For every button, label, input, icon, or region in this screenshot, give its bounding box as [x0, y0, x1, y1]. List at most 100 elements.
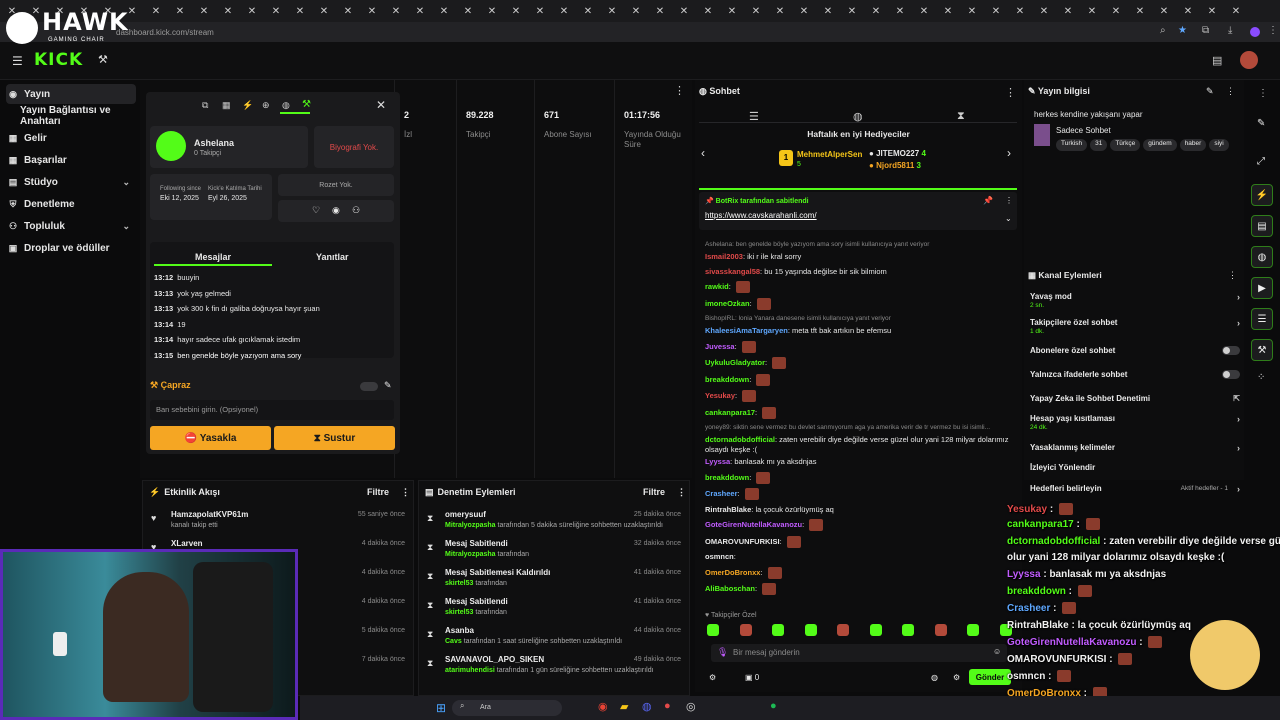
bookmark-star-icon[interactable]: ★ [1178, 25, 1187, 36]
emote-icon[interactable] [934, 624, 947, 636]
obs-icon[interactable]: ◎ [686, 700, 696, 713]
browser-tab[interactable]: ✕ [288, 0, 312, 22]
ban-button[interactable]: ⛔ Yasakla [150, 426, 271, 450]
chat-username[interactable]: GoteGirenNutellaKavanozu [705, 520, 802, 529]
browser-tab[interactable]: ✕ [576, 0, 600, 22]
browser-tab[interactable]: ✕ [312, 0, 336, 22]
sidebar-item-droplar[interactable]: ▣ Droplar ve ödüller [6, 238, 136, 258]
tab-mesajlar[interactable]: Mesajlar [195, 252, 231, 262]
pinned-link[interactable]: https://www.cavskarahanli.com/ [705, 211, 817, 220]
hamburger-menu-icon[interactable]: ☰ [12, 54, 23, 68]
chat-bubble-icon[interactable]: ◍ [931, 673, 938, 682]
heart-icon[interactable]: ♡ [312, 205, 320, 216]
browser-tab[interactable]: ✕ [624, 0, 648, 22]
stats-menu-icon[interactable]: ⋮ [674, 84, 685, 97]
kick-logo[interactable]: KICK [34, 50, 83, 70]
gear-icon[interactable]: ⚙ [953, 673, 960, 682]
edit-icon[interactable]: ✎ [1257, 118, 1265, 129]
browser-tab[interactable]: ✕ [600, 0, 624, 22]
browser-tab[interactable]: ✕ [408, 0, 432, 22]
user-add-icon[interactable]: ⚇ [352, 205, 360, 216]
chevron-right-icon[interactable]: › [1007, 146, 1011, 160]
toggle-switch[interactable] [1222, 346, 1240, 355]
url-text[interactable]: dashboard.kick.com/stream [116, 28, 214, 37]
folder-icon[interactable]: ▰ [620, 700, 628, 713]
chat-icon[interactable]: ◍ [282, 100, 290, 111]
chat-username[interactable]: AliBaboschan [705, 584, 755, 593]
taskbar-search[interactable]: Ara [452, 700, 562, 716]
browser-tab[interactable]: ✕ [264, 0, 288, 22]
moderation-row[interactable]: ⧗ omerysuuf Mitralyozpasha tarafından 5 da… [419, 507, 689, 536]
moderation-row[interactable]: ⧗ Asanba Cavs tarafından 1 saat süreliğine… [419, 623, 689, 652]
send-button[interactable]: Gönder [969, 669, 1011, 685]
moderator-name[interactable]: Mitralyozpasha [445, 551, 496, 558]
chat-input[interactable]: 🎙 Bir mesaj gönderin ☺ [711, 644, 1007, 662]
moderation-action[interactable]: Mesaj Sabitlendi [445, 597, 508, 606]
sidebar-item-studyo[interactable]: ▤ Stüdyo ⌄ [6, 172, 136, 192]
link-icon[interactable]: ⊕ [262, 100, 270, 111]
moderation-action[interactable]: Mesaj Sabitlemesi Kaldırıldı [445, 568, 550, 577]
close-icon[interactable]: ✕ [376, 98, 386, 112]
browser-tab[interactable]: ✕ [672, 0, 696, 22]
browser-tab[interactable]: ✕ [360, 0, 384, 22]
tag-chip[interactable]: Türkçe [1110, 139, 1141, 151]
tag-chip[interactable]: gündem [1143, 139, 1177, 151]
profile-avatar[interactable] [1250, 27, 1260, 37]
channel-action-item[interactable]: Yavaş mod 2 sn. › [1030, 292, 1240, 312]
edit-icon[interactable]: ✎ [1206, 86, 1214, 97]
moderation-row[interactable]: ⧗ Mesaj Sabitlendi skirtel53 tarafından 41 … [419, 594, 689, 623]
browser-tab[interactable]: ✕ [216, 0, 240, 22]
browser-tab[interactable]: ✕ [936, 0, 960, 22]
emote-icon[interactable] [772, 624, 784, 636]
browser-tab[interactable]: ✕ [1080, 0, 1104, 22]
chat-username[interactable]: osmncn [705, 552, 734, 561]
channel-action-item[interactable]: Hesap yaşı kısıtlaması 24 dk. › [1030, 414, 1240, 434]
channel-action-item[interactable]: Hedefleri belirleyin › Aktif hedefler - 1 [1030, 484, 1240, 504]
browser-tab[interactable]: ✕ [480, 0, 504, 22]
pin-icon[interactable]: 📌 [983, 196, 993, 205]
chat-username[interactable]: rawkid [705, 282, 729, 291]
chat-icon[interactable]: ◍ [1251, 246, 1273, 268]
chevron-right-icon[interactable]: › [1237, 292, 1240, 302]
chat-username[interactable]: Yesukay [705, 391, 735, 400]
tab-yanitlar[interactable]: Yanıtlar [316, 252, 349, 262]
download-icon[interactable]: ⤓ [1228, 25, 1232, 36]
browser-tab[interactable]: ✕ [888, 0, 912, 22]
filter-button[interactable]: Filtre [367, 487, 389, 497]
menu-dots-icon[interactable]: ⋮ [401, 487, 410, 498]
menu-dots-icon[interactable]: ⋮ [1268, 25, 1278, 36]
browser-tab[interactable]: ✕ [840, 0, 864, 22]
browser-tab[interactable]: ✕ [960, 0, 984, 22]
emoji-icon[interactable]: ☺ [993, 647, 1001, 656]
mute-button[interactable]: ⧗ Sustur [274, 426, 395, 450]
channel-action-item[interactable]: Yalnızca ifadelerle sohbet [1030, 370, 1240, 390]
chat-username[interactable]: RintrahBlake [705, 505, 751, 514]
sidebar-item-yayin[interactable]: ◉ Yayın [6, 84, 136, 104]
spotify-icon[interactable]: ● [770, 700, 777, 712]
menu-dots-icon[interactable]: ⋮ [1226, 86, 1235, 97]
copy-icon[interactable]: ⧉ [202, 100, 208, 111]
eye-icon[interactable]: ◉ [332, 205, 340, 216]
browser-tab[interactable]: ✕ [528, 0, 552, 22]
discord-icon[interactable]: ◍ [642, 700, 652, 713]
filter-button[interactable]: Filtre [643, 487, 665, 497]
chat-username[interactable]: KhaleesiAmaTargaryen [705, 326, 788, 335]
bolt-icon[interactable]: ⚡ [1251, 184, 1273, 206]
activity-row[interactable]: ♥ HamzapolatKVP61m kanalı takip etti 55 san… [143, 507, 413, 536]
moderation-row[interactable]: ⧗ Mesaj Sabitlendi Mitralyozpasha tarafınd… [419, 536, 689, 565]
chat-username[interactable]: OMAROVUNFURKISI [705, 536, 780, 545]
browser-address-bar[interactable]: dashboard.kick.com/stream ⌕ ★ ⧉ ⤓ ⋮ [0, 22, 1280, 42]
extensions-icon[interactable]: ⧉ [1202, 25, 1209, 36]
top-gifter-2[interactable]: ● JITEMO227 4 [869, 149, 926, 158]
moderation-row[interactable]: ⧗ Mesaj Sabitlemesi Kaldırıldı skirtel53 t… [419, 565, 689, 594]
chat-username[interactable]: Lyyssa [705, 457, 730, 466]
browser-tab[interactable]: ✕ [504, 0, 528, 22]
browser-tab[interactable]: ✕ [1128, 0, 1152, 22]
tag-chip[interactable]: 31 [1090, 139, 1108, 151]
zoom-icon[interactable]: ⌕ [1160, 25, 1166, 36]
permanent-toggle[interactable] [360, 382, 378, 391]
emote-icon[interactable] [869, 624, 882, 636]
browser-tab[interactable]: ✕ [240, 0, 264, 22]
channel-action-item[interactable]: Yasaklanmış kelimeler › [1030, 443, 1240, 463]
channel-action-item[interactable]: Abonelere özel sohbet [1030, 346, 1240, 366]
